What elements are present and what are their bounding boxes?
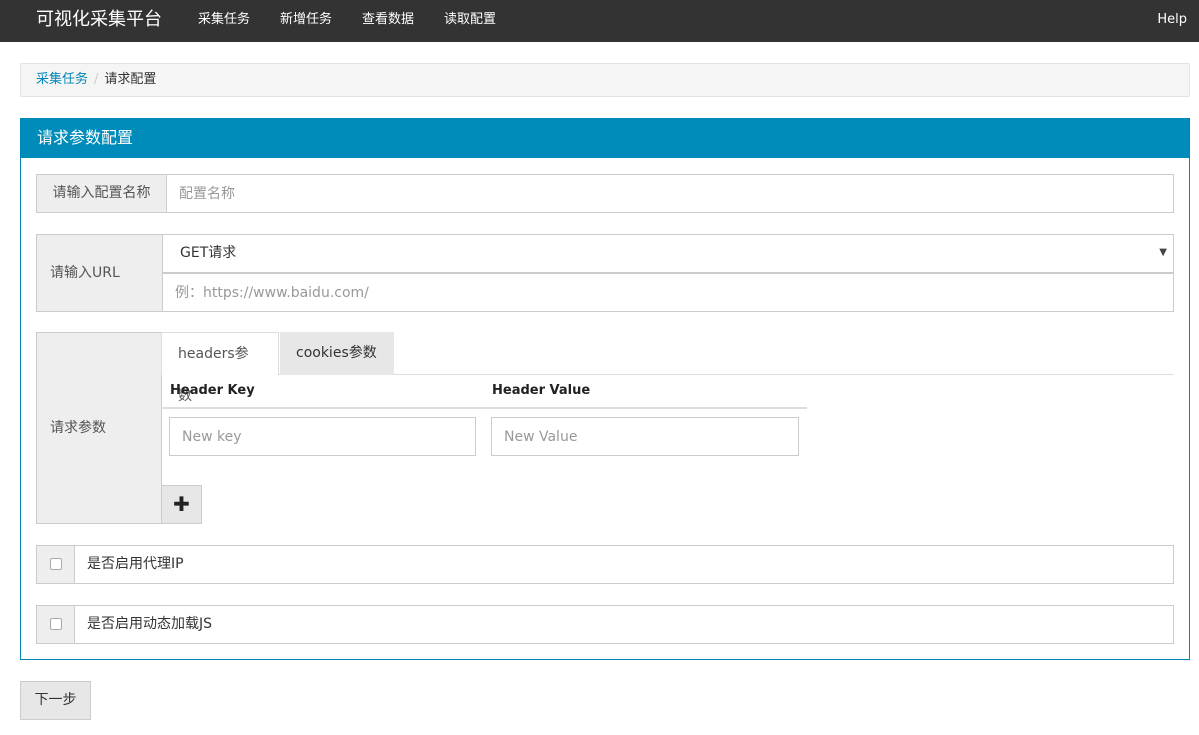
add-header-button[interactable]: ✚ bbox=[161, 485, 202, 524]
dynamic-js-checkbox-addon bbox=[36, 605, 75, 644]
column-header-key: Header Key bbox=[170, 383, 255, 398]
nav-item-read-config[interactable]: 读取配置 bbox=[444, 0, 496, 42]
url-label: 请输入URL bbox=[36, 234, 163, 312]
top-navbar: 可视化采集平台 采集任务 新增任务 查看数据 读取配置 Help bbox=[0, 0, 1199, 42]
config-name-label: 请输入配置名称 bbox=[36, 174, 167, 213]
next-step-button[interactable]: 下一步 bbox=[20, 681, 91, 720]
breadcrumb-separator: / bbox=[94, 72, 99, 87]
breadcrumb-link-collect-tasks[interactable]: 采集任务 bbox=[36, 72, 88, 87]
nav-item-view-data[interactable]: 查看数据 bbox=[362, 0, 414, 42]
breadcrumb: 采集任务 / 请求配置 bbox=[20, 63, 1190, 97]
caret-down-icon: ▼ bbox=[1159, 247, 1167, 258]
panel-title: 请求参数配置 bbox=[21, 119, 1189, 158]
url-input[interactable] bbox=[162, 273, 1174, 312]
tab-cookies[interactable]: cookies参数 bbox=[280, 332, 394, 375]
nav-item-collect-tasks[interactable]: 采集任务 bbox=[198, 0, 250, 42]
method-select-value: GET请求 bbox=[180, 245, 237, 261]
proxy-checkbox[interactable] bbox=[50, 558, 62, 570]
breadcrumb-current: 请求配置 bbox=[104, 72, 157, 87]
config-name-input[interactable] bbox=[166, 174, 1174, 213]
proxy-checkbox-addon bbox=[36, 545, 75, 584]
header-key-input[interactable] bbox=[169, 417, 476, 456]
params-label: 请求参数 bbox=[36, 332, 162, 524]
header-value-input[interactable] bbox=[491, 417, 799, 456]
column-header-value: Header Value bbox=[492, 383, 591, 398]
dynamic-js-checkbox[interactable] bbox=[50, 618, 62, 630]
table-header-divider bbox=[161, 407, 807, 409]
method-select[interactable]: GET请求 ▼ bbox=[162, 234, 1174, 273]
dynamic-js-label: 是否启用动态加载JS bbox=[74, 605, 1174, 644]
plus-icon: ✚ bbox=[173, 492, 190, 516]
nav-item-new-task[interactable]: 新增任务 bbox=[280, 0, 332, 42]
nav-item-help[interactable]: Help bbox=[1157, 0, 1187, 42]
tab-headers[interactable]: headers参数 bbox=[161, 332, 279, 404]
request-config-panel: 请求参数配置 请输入配置名称 请输入URL GET请求 ▼ 请求参数 heade… bbox=[20, 118, 1190, 660]
proxy-label: 是否启用代理IP bbox=[74, 545, 1174, 584]
brand-title[interactable]: 可视化采集平台 bbox=[36, 0, 162, 42]
